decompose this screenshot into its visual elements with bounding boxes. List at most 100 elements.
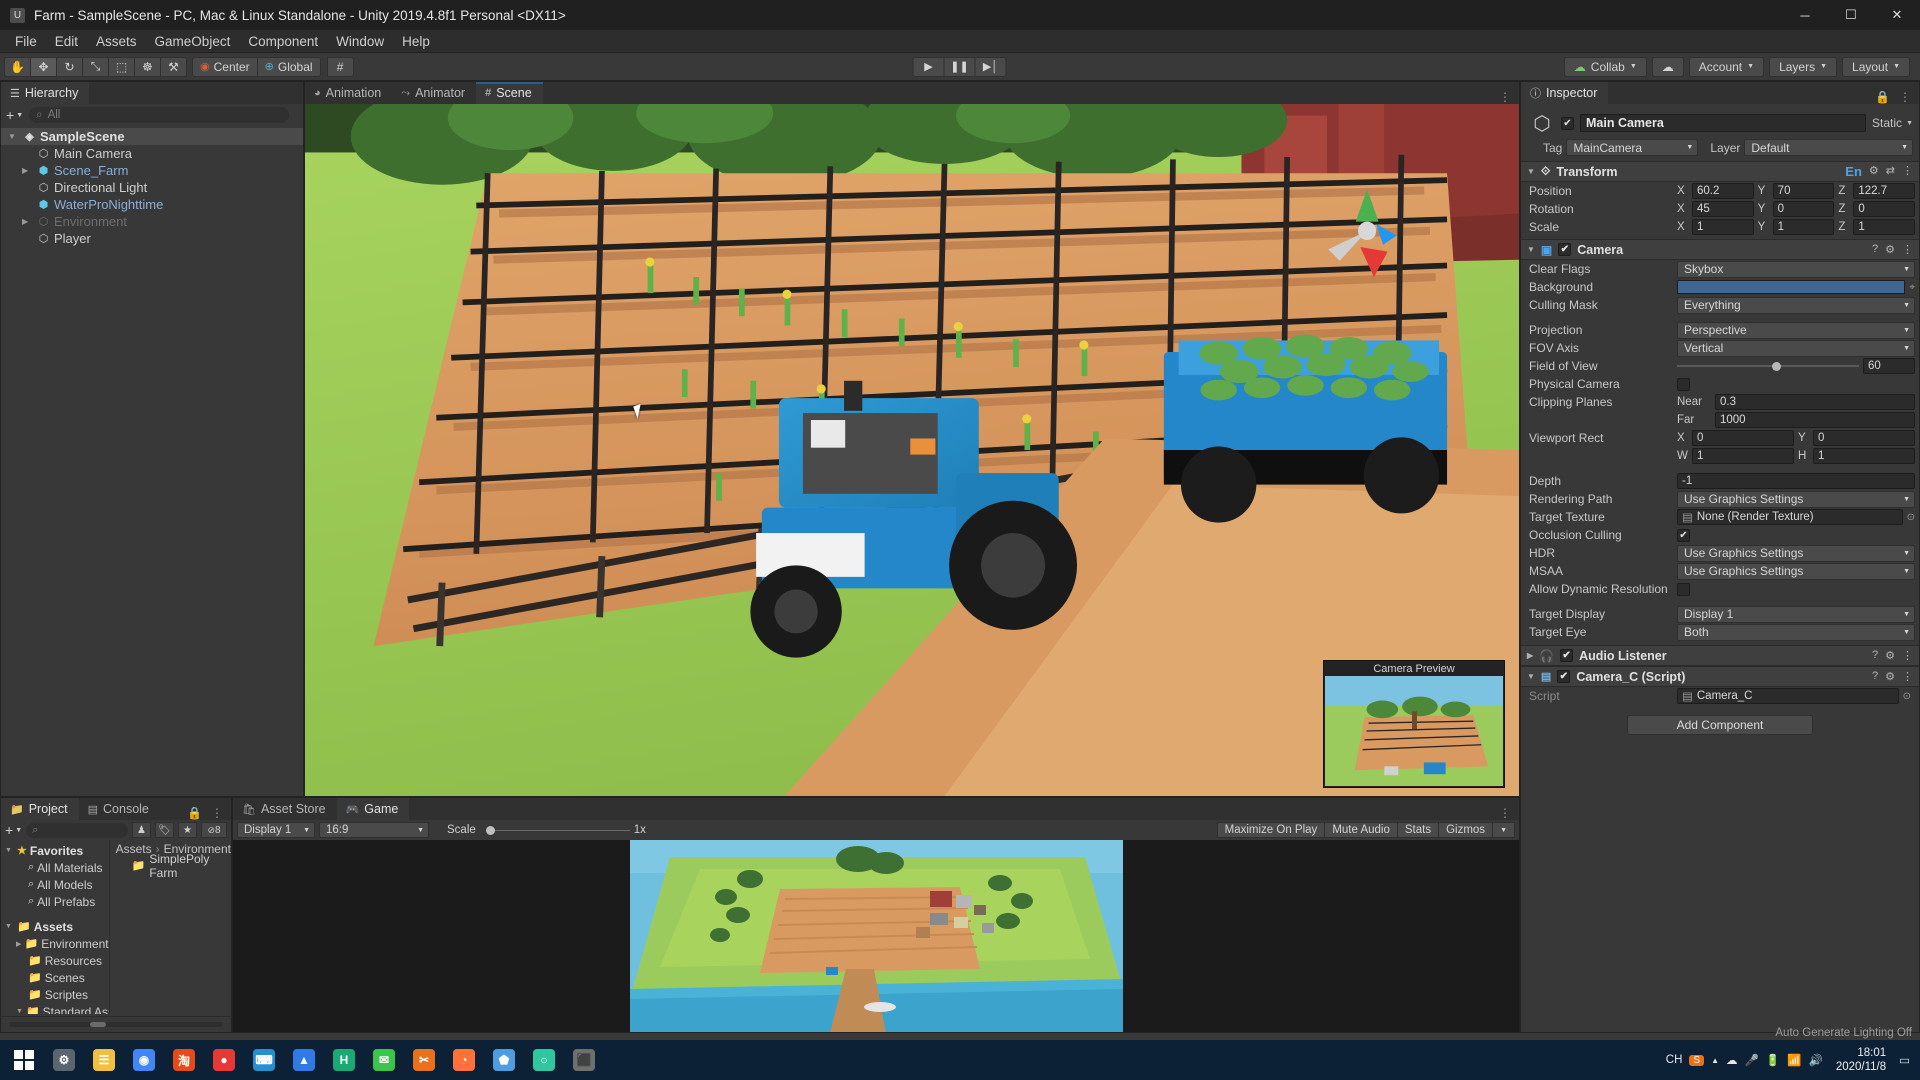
script-value[interactable]: ▤ Camera_C xyxy=(1677,688,1899,704)
chevron-up-icon[interactable]: ▲ xyxy=(1711,1056,1719,1065)
object-picker-icon[interactable]: ⊙ xyxy=(1899,691,1915,702)
target-texture-value[interactable]: ▤ None (Render Texture) xyxy=(1677,509,1903,525)
list-item[interactable]: 📁 SimplePoly Farm xyxy=(110,852,231,880)
lock-icon[interactable]: 🔒 xyxy=(1875,90,1890,104)
viewport-y-value[interactable]: 0 xyxy=(1813,430,1915,446)
msaa-dropdown[interactable]: Use Graphics Settings ▼ xyxy=(1677,562,1915,580)
hierarchy-item-samplescene[interactable]: ▼ ◈ SampleScene xyxy=(1,128,303,145)
minimize-button[interactable]: ─ xyxy=(1782,0,1828,30)
help-icon[interactable]: ? xyxy=(1872,670,1878,683)
aspect-dropdown[interactable]: 16:9 ▼ xyxy=(319,822,429,838)
play-button[interactable]: ▶ xyxy=(912,56,945,77)
gear-icon[interactable]: ⚙ xyxy=(1885,649,1895,662)
project-tree-item-environment[interactable]: ▶ 📁 Environment xyxy=(1,935,109,952)
script-enabled-checkbox[interactable]: ✔ xyxy=(1557,670,1571,683)
rect-tool-icon[interactable]: ⬚ xyxy=(108,56,135,77)
breadcrumb-assets[interactable]: Assets xyxy=(116,842,152,856)
chevron-down-icon[interactable]: ▼ xyxy=(16,1008,23,1014)
layers-button[interactable]: Layers ▼ xyxy=(1769,56,1838,77)
transform-position-y[interactable]: 70 xyxy=(1772,183,1835,199)
project-tree-item-scenes[interactable]: 📁 Scenes xyxy=(1,969,109,986)
kebab-icon[interactable]: ⋮ xyxy=(1499,90,1511,104)
create-object-button[interactable]: + ▼ xyxy=(6,107,23,123)
pause-button[interactable]: ❚❚ xyxy=(943,56,976,77)
tab-game[interactable]: 🎮 Game xyxy=(336,798,410,820)
transform-position-x[interactable]: 60.2 xyxy=(1692,183,1754,199)
tab-project[interactable]: 📁 Project xyxy=(1,798,79,820)
hierarchy-item-main-camera[interactable]: ⬡ Main Camera xyxy=(1,145,303,162)
menu-file[interactable]: File xyxy=(6,32,46,51)
search-by-label-icon[interactable]: 🏷 xyxy=(155,822,174,838)
chevron-down-icon[interactable]: ▼ xyxy=(5,923,14,930)
chevron-down-icon[interactable]: ▼ xyxy=(1527,672,1535,681)
transform-scale-x[interactable]: 1 xyxy=(1692,219,1754,235)
h-app-icon[interactable]: H xyxy=(324,1040,364,1080)
swap-icon[interactable]: ⇄ xyxy=(1886,164,1895,179)
clock[interactable]: 18:01 2020/11/8 xyxy=(1830,1046,1892,1074)
search-by-type-icon[interactable]: ♟ xyxy=(132,822,151,838)
display-dropdown[interactable]: Display 1 ▼ xyxy=(237,822,315,838)
menu-component[interactable]: Component xyxy=(239,32,327,51)
ime-indicator[interactable]: CH xyxy=(1666,1054,1683,1066)
scale-slider[interactable] xyxy=(480,822,630,838)
audio-listener-component-header[interactable]: ▶ 🎧 ✔ Audio Listener ? ⚙ ⋮ xyxy=(1521,645,1919,666)
stats-button[interactable]: Stats xyxy=(1396,822,1440,838)
file-explorer-icon[interactable]: ☰ xyxy=(84,1040,124,1080)
field-of-view-value[interactable]: 60 xyxy=(1863,358,1915,374)
field-of-view-slider[interactable] xyxy=(1677,358,1859,374)
chevron-right-icon[interactable]: ▶ xyxy=(22,217,33,226)
ime-badge[interactable]: S xyxy=(1689,1054,1705,1066)
chevron-right-icon[interactable]: ▶ xyxy=(16,940,22,948)
kebab-icon[interactable]: ⋮ xyxy=(1902,649,1913,662)
hierarchy-item-directional-light[interactable]: ⬡ Directional Light xyxy=(1,179,303,196)
favorites-icon[interactable]: ★ xyxy=(178,822,197,838)
settings-icon[interactable]: ⚙ xyxy=(44,1040,84,1080)
chevron-down-icon[interactable]: ▼ xyxy=(1527,167,1535,176)
add-component-button[interactable]: Add Component xyxy=(1627,715,1813,735)
viewport-w-value[interactable]: 1 xyxy=(1692,448,1794,464)
step-button[interactable]: ▶│ xyxy=(974,56,1007,77)
audio-listener-enabled-checkbox[interactable]: ✔ xyxy=(1560,649,1574,662)
depth-value[interactable]: -1 xyxy=(1677,473,1915,489)
culling-mask-dropdown[interactable]: Everything ▼ xyxy=(1677,296,1915,314)
chevron-right-icon[interactable]: ▶ xyxy=(22,166,33,175)
gameobject-name-field[interactable]: Main Camera xyxy=(1580,114,1867,132)
app-blue-icon[interactable]: ▲ xyxy=(284,1040,324,1080)
clear-flags-dropdown[interactable]: Skybox ▼ xyxy=(1677,260,1915,278)
hierarchy-item-scene-farm[interactable]: ▶ ⬢ Scene_Farm xyxy=(1,162,303,179)
game-viewport[interactable] xyxy=(233,840,1519,1032)
project-tree-item-all-materials[interactable]: ⌕ All Materials xyxy=(1,859,109,876)
gear-icon[interactable]: ⚙ xyxy=(1885,243,1895,256)
pivot-mode-button[interactable]: ◉ Center xyxy=(192,56,258,77)
gizmos-dropdown-icon[interactable]: ▼ xyxy=(1492,822,1515,838)
project-search-input[interactable]: ⌕ xyxy=(26,822,128,838)
kebab-icon[interactable]: ⋮ xyxy=(1499,806,1511,820)
chevron-down-icon[interactable]: ▼ xyxy=(8,132,19,141)
menu-window[interactable]: Window xyxy=(327,32,393,51)
rotate-tool-icon[interactable]: ↻ xyxy=(56,56,83,77)
kebab-icon[interactable]: ⋮ xyxy=(1902,164,1913,179)
chevron-right-icon[interactable]: ▶ xyxy=(1527,651,1533,660)
camera-component-header[interactable]: ▼ ▣ ✔ Camera ? ⚙ ⋮ xyxy=(1521,239,1919,260)
camera-enabled-checkbox[interactable]: ✔ xyxy=(1558,243,1572,256)
account-button[interactable]: Account ▼ xyxy=(1688,56,1765,77)
tab-asset-store[interactable]: 🛍 Asset Store xyxy=(233,798,337,820)
handle-rotation-button[interactable]: ⊕ Global xyxy=(257,56,321,77)
close-button[interactable]: ✕ xyxy=(1874,0,1920,30)
gear-icon[interactable]: ⚙ xyxy=(1869,164,1879,179)
viewport-x-value[interactable]: 0 xyxy=(1692,430,1794,446)
project-tree-item-all-prefabs[interactable]: ⌕ All Prefabs xyxy=(1,893,109,910)
help-icon[interactable]: ? xyxy=(1872,243,1878,256)
script-component-header[interactable]: ▼ ▤ ✔ Camera_C (Script) ? ⚙ ⋮ xyxy=(1521,666,1919,687)
kebab-icon[interactable]: ⋮ xyxy=(1902,243,1913,256)
gizmos-button[interactable]: Gizmos xyxy=(1438,822,1494,838)
hierarchy-search-input[interactable]: ⌕ All xyxy=(29,107,290,123)
far-value[interactable]: 1000 xyxy=(1715,412,1915,428)
transform-tool-icon[interactable]: ☸ xyxy=(134,56,161,77)
eyedropper-icon[interactable]: ⌖ xyxy=(1909,282,1915,293)
transform-scale-y[interactable]: 1 xyxy=(1772,219,1835,235)
kebab-icon[interactable]: ⋮ xyxy=(1902,670,1913,683)
chevron-down-icon[interactable]: ▼ xyxy=(5,847,14,854)
layer-dropdown[interactable]: Default ▼ xyxy=(1744,139,1913,156)
fov-axis-dropdown[interactable]: Vertical ▼ xyxy=(1677,339,1915,357)
